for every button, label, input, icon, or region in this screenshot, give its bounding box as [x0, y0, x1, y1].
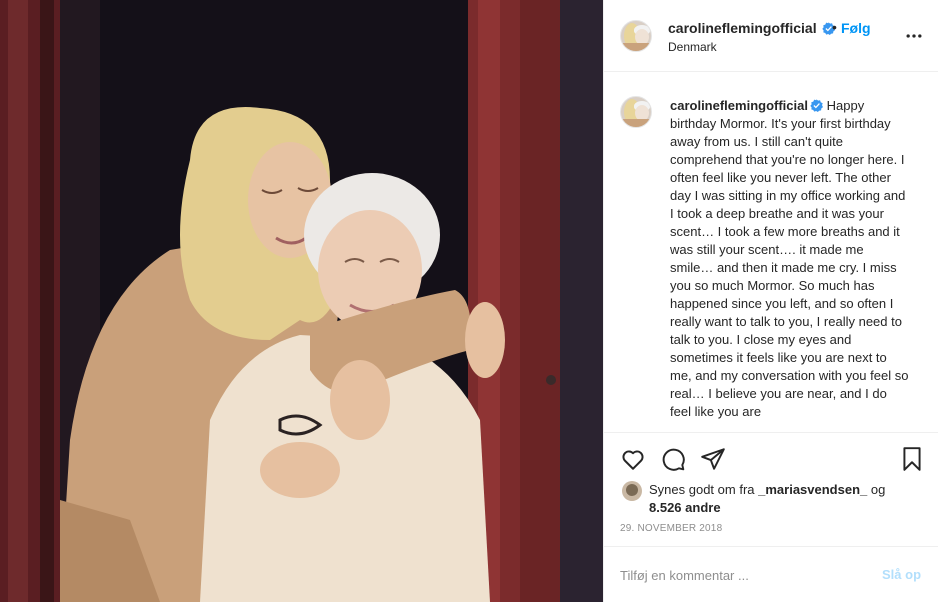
bookmark-icon[interactable] — [899, 446, 925, 472]
liker-avatar[interactable] — [622, 481, 642, 501]
share-icon[interactable] — [700, 446, 726, 472]
post-photo[interactable] — [0, 0, 603, 602]
post-side-panel: carolineflemingofficial • Følg Denmark c… — [603, 0, 938, 602]
post-date[interactable]: 29. NOVEMBER 2018 — [620, 523, 722, 534]
photo-two-women-hugging — [0, 0, 603, 602]
comment-icon[interactable] — [660, 446, 686, 472]
caption-area[interactable]: carolineflemingofficial Happy birthday M… — [604, 73, 938, 433]
post-location[interactable]: Denmark — [668, 40, 717, 54]
more-horizontal-icon[interactable] — [904, 26, 924, 46]
caption-text: Happy birthday Mormor. It's your first b… — [670, 98, 909, 419]
action-bar — [604, 434, 938, 480]
post-header: carolineflemingofficial • Følg Denmark — [604, 0, 938, 72]
header-separator: • — [832, 19, 837, 35]
follow-button[interactable]: Følg — [841, 20, 871, 36]
author-username[interactable]: carolineflemingofficial — [668, 20, 817, 36]
comment-box: Slå op — [604, 546, 938, 602]
likes-joiner: og — [867, 482, 886, 497]
comment-input[interactable] — [620, 565, 860, 585]
verified-badge-icon — [810, 99, 823, 112]
likes-count[interactable]: 8.526 andre — [649, 500, 721, 515]
author-avatar[interactable] — [620, 20, 652, 52]
heart-icon[interactable] — [620, 446, 646, 472]
post-comment-button[interactable]: Slå op — [882, 567, 921, 582]
likes-summary: Synes godt om fra _mariasvendsen_ og 8.5… — [604, 478, 938, 518]
likes-text: Synes godt om fra _mariasvendsen_ og 8.5… — [649, 481, 919, 517]
author-username-row: carolineflemingofficial — [668, 20, 836, 36]
caption-author-avatar[interactable] — [620, 96, 652, 128]
likes-prefix: Synes godt om fra — [649, 482, 759, 497]
post-caption: carolineflemingofficial Happy birthday M… — [670, 97, 910, 421]
liker-username[interactable]: _mariasvendsen_ — [758, 482, 867, 497]
caption-username[interactable]: carolineflemingofficial — [670, 98, 808, 113]
